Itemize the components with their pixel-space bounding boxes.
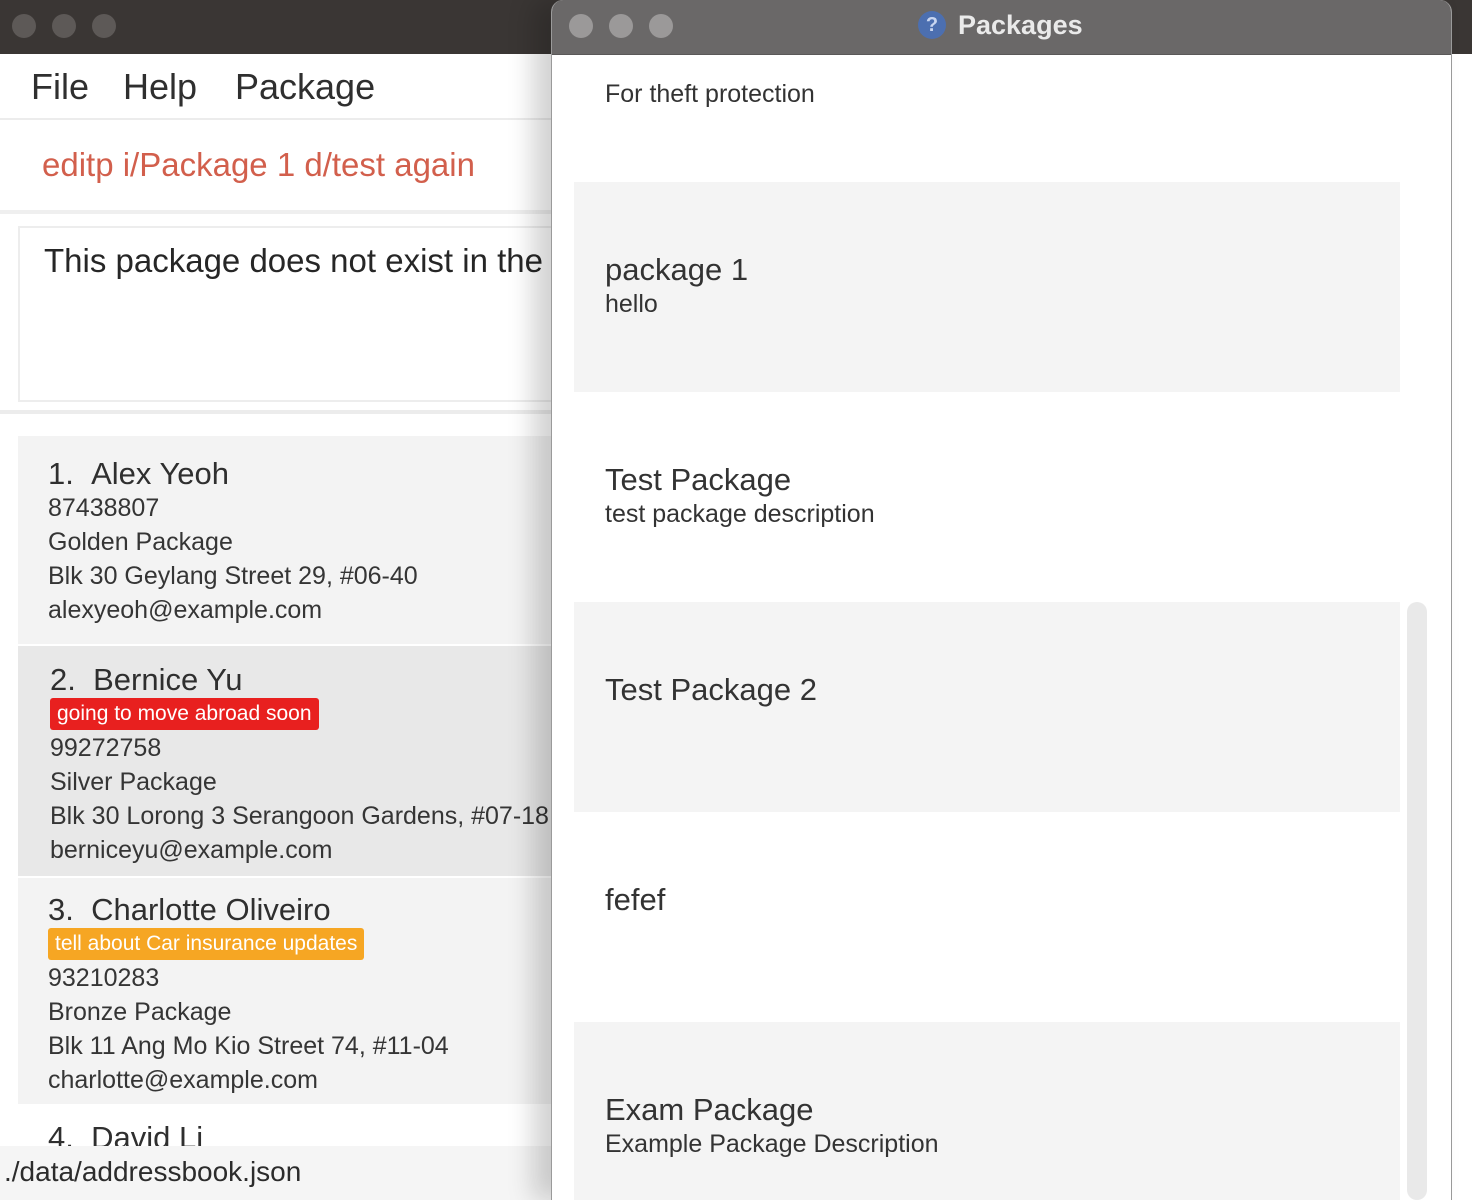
person-email: alexyeoh@example.com: [48, 596, 323, 624]
person-package: Golden Package: [48, 528, 233, 556]
person-phone: 87438807: [48, 494, 160, 522]
save-location-path: ./data/addressbook.json: [4, 1156, 302, 1187]
person-name: 2. Bernice Yu: [50, 662, 243, 697]
packages-window: ? Packages For theft protection package …: [551, 0, 1452, 1200]
person-tag: going to move abroad soon: [50, 698, 319, 730]
menu-bar: File Help Package: [0, 54, 560, 120]
person-phone: 99272758: [50, 734, 162, 762]
person-email: charlotte@example.com: [48, 1066, 318, 1094]
person-card[interactable]: 2. Bernice Yu going to move abroad soon …: [18, 646, 558, 876]
minimize-window-button[interactable]: [52, 14, 76, 38]
package-description: Example Package Description: [605, 1130, 939, 1158]
package-card[interactable]: fefef: [574, 812, 1400, 1022]
person-phone: 93210283: [48, 964, 160, 992]
command-input[interactable]: editp i/Package 1 d/test again: [42, 146, 475, 184]
package-description: For theft protection: [605, 80, 815, 108]
package-card[interactable]: Test Package 2: [574, 602, 1400, 812]
person-address: Blk 11 Ang Mo Kio Street 74, #11-04: [48, 1032, 449, 1060]
help-icon: ?: [918, 11, 946, 39]
person-name: 1. Alex Yeoh: [48, 456, 230, 491]
package-name: package 1: [605, 252, 749, 287]
person-email: berniceyu@example.com: [50, 836, 333, 864]
package-description: test package description: [605, 500, 875, 528]
package-list[interactable]: For theft protection package 1 hello Tes…: [552, 56, 1451, 1200]
package-card[interactable]: For theft protection: [574, 56, 1400, 182]
menu-file[interactable]: File: [31, 66, 89, 108]
person-name: 3. Charlotte Oliveiro: [48, 892, 331, 927]
section-divider: [0, 410, 560, 414]
person-address: Blk 30 Lorong 3 Serangoon Gardens, #07-1…: [50, 802, 549, 830]
menu-help[interactable]: Help: [123, 66, 197, 108]
close-window-button[interactable]: [569, 14, 593, 38]
person-package: Silver Package: [50, 768, 217, 796]
package-name: Test Package 2: [605, 672, 817, 707]
package-card[interactable]: Exam Package Example Package Description: [574, 1022, 1400, 1200]
menu-package[interactable]: Package: [235, 66, 375, 108]
minimize-window-button[interactable]: [609, 14, 633, 38]
person-package: Bronze Package: [48, 998, 232, 1026]
package-card[interactable]: Test Package test package description: [574, 392, 1400, 602]
package-list-scrollbar[interactable]: [1407, 602, 1427, 1200]
result-display: This package does not exist in the addre…: [18, 226, 750, 402]
person-list[interactable]: 1. Alex Yeoh 87438807 Golden Package Blk…: [18, 436, 558, 1146]
person-card[interactable]: 4. David Li: [18, 1106, 558, 1146]
person-card[interactable]: 3. Charlotte Oliveiro tell about Car ins…: [18, 878, 558, 1104]
packages-titlebar[interactable]: ? Packages: [552, 0, 1451, 55]
package-name: Exam Package: [605, 1092, 814, 1127]
close-window-button[interactable]: [12, 14, 36, 38]
command-box[interactable]: editp i/Package 1 d/test again: [0, 122, 560, 214]
package-name: Test Package: [605, 462, 792, 497]
status-bar: ./data/addressbook.json: [0, 1146, 560, 1200]
person-card[interactable]: 1. Alex Yeoh 87438807 Golden Package Blk…: [18, 436, 558, 644]
window-title-text: Packages: [958, 10, 1083, 40]
person-name: 4. David Li: [48, 1120, 204, 1146]
person-tag: tell about Car insurance updates: [48, 928, 365, 960]
zoom-window-button[interactable]: [92, 14, 116, 38]
zoom-window-button[interactable]: [649, 14, 673, 38]
package-name: fefef: [605, 882, 666, 917]
package-card[interactable]: package 1 hello: [574, 182, 1400, 392]
package-description: hello: [605, 290, 658, 318]
person-address: Blk 30 Geylang Street 29, #06-40: [48, 562, 418, 590]
